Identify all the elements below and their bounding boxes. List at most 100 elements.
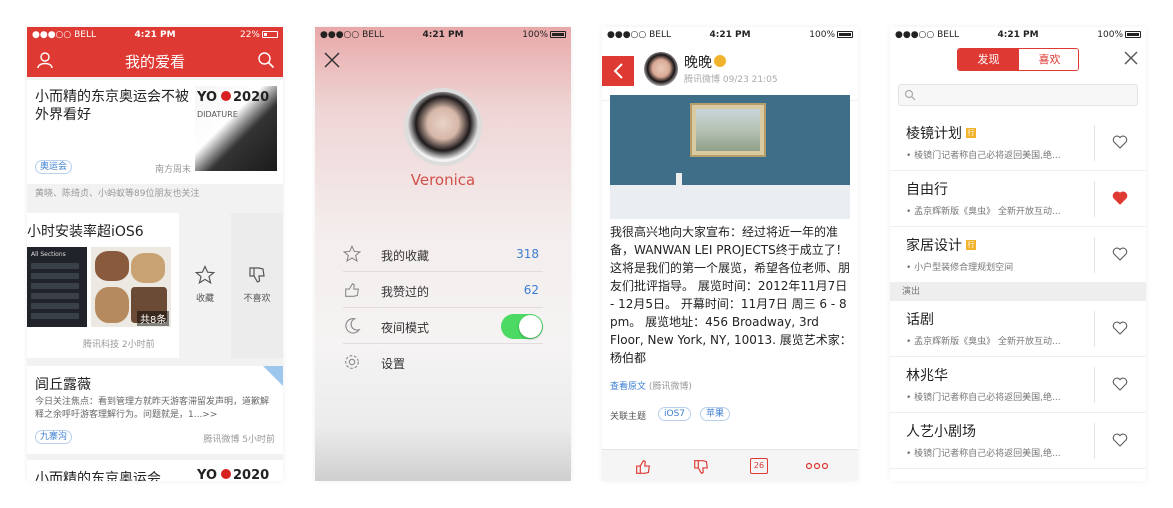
more-icon[interactable] <box>806 462 828 470</box>
hot-badge: 行 <box>966 128 976 138</box>
author-name[interactable]: 晚晚 <box>684 52 712 72</box>
avatar[interactable] <box>404 88 482 166</box>
star-icon <box>195 265 215 285</box>
news-card[interactable]: 小而精的东京奥运会 YO 2020 <box>27 460 283 481</box>
thumbs-down-icon <box>249 267 265 283</box>
search-icon <box>904 89 916 101</box>
dislike-label: 不喜欢 <box>243 294 271 304</box>
moon-icon <box>345 318 361 334</box>
card-summary: 今日关注焦点：看到管理方就昨天游客滞留发声明，道歉解释之余呼吁游客理解行为。问题… <box>35 397 270 420</box>
tab-liked[interactable]: 喜欢 <box>1019 49 1078 70</box>
app-screenshot: All Sections <box>27 247 87 327</box>
menu-item-label: 我赞过的 <box>381 285 430 299</box>
topic-tag[interactable]: 奥运会 <box>35 160 73 174</box>
menu-item-settings[interactable]: 设置 <box>343 344 543 380</box>
thumb-text: YO <box>197 90 218 105</box>
item-desc: • 棱镜门记者称自己必将返回美国,绝... <box>906 151 1061 161</box>
list-item[interactable]: 话剧 • 孟京辉新版《臭虫》 全新开放互动... <box>890 301 1146 357</box>
thumbs-down-icon[interactable] <box>692 458 710 476</box>
status-bar: ●●●○○ BELL 4:21 PM 100% <box>602 27 858 43</box>
status-bar: ●●●○○ BELL 4:21 PM 22% <box>27 27 283 43</box>
battery-indicator: 100% <box>522 27 566 43</box>
list-item[interactable]: 棱镜计划行 • 棱镜门记者称自己必将返回美国,绝... <box>890 115 1146 171</box>
comment-count: 26 <box>753 461 765 470</box>
item-title: 棱镜计划行 <box>906 123 976 143</box>
page-title: 我的爱看 <box>124 53 185 71</box>
comment-button[interactable]: 26 <box>750 458 768 474</box>
dislike-button[interactable]: 不喜欢 <box>231 213 283 358</box>
list-item[interactable]: 人艺小剧场 • 棱镜门记者称自己必将返回美国,绝... <box>890 413 1146 469</box>
topic-tag[interactable]: iOS7 <box>658 407 692 421</box>
card-source: 南方周末 <box>154 165 191 175</box>
card-headline: 小而精的东京奥运会不被外界看好 <box>35 89 189 123</box>
heart-icon[interactable] <box>1112 190 1128 206</box>
item-desc: • 棱镜门记者称自己必将返回美国,绝... <box>906 449 1061 459</box>
thumb-subtext: DIDATURE <box>197 110 238 119</box>
menu-item-count: 62 <box>523 283 539 297</box>
item-title: 自由行 <box>906 182 948 198</box>
battery-icon <box>1125 31 1141 38</box>
tab-discover[interactable]: 发现 <box>958 49 1019 70</box>
battery-indicator: 100% <box>1097 27 1141 43</box>
search-input[interactable] <box>898 84 1138 106</box>
thumbs-up-icon <box>345 282 359 297</box>
news-card[interactable]: 小而精的东京奥运会不被外界看好 YO 2020 DIDATURE 奥运会 南方周… <box>27 80 283 199</box>
close-icon[interactable] <box>1124 51 1138 65</box>
topic-tag[interactable]: 苹果 <box>700 407 731 421</box>
close-icon[interactable] <box>323 51 341 69</box>
heart-icon[interactable] <box>1112 432 1128 448</box>
card-thumbnail: YO 2020 DIDATURE <box>195 86 277 171</box>
list-item[interactable]: 自由行 • 孟京辉新版《臭虫》 全新开放互动... <box>890 171 1146 227</box>
painting <box>696 109 760 151</box>
original-source: (腾讯微博) <box>648 382 692 392</box>
heart-icon[interactable] <box>1112 246 1128 262</box>
menu-item-liked[interactable]: 我赞过的 62 <box>343 272 543 308</box>
thumb-year: 2020 <box>233 468 270 481</box>
list-item[interactable]: 林兆华 • 棱镜门记者称自己必将返回美国,绝... <box>890 357 1146 413</box>
heart-icon[interactable] <box>1112 376 1128 392</box>
search-icon[interactable] <box>257 51 275 69</box>
item-desc: • 孟京辉新版《臭虫》 全新开放互动... <box>906 207 1061 217</box>
star-icon <box>343 245 361 263</box>
card-source: 腾讯微博 5小时前 <box>203 435 275 445</box>
battery-icon <box>837 31 853 38</box>
menu-item-favorites[interactable]: 我的收藏 318 <box>343 236 543 272</box>
section-header: 演出 <box>890 283 1146 301</box>
item-title: 林兆华 <box>906 368 948 384</box>
floor <box>610 185 850 219</box>
chevron-left-icon <box>613 63 623 79</box>
thumbs-up-icon[interactable] <box>634 458 652 476</box>
swiped-card-content: 小时安装率超iOS6 All Sections 共8条 腾讯科技 2小时前 <box>27 213 179 358</box>
swiped-card[interactable]: 小时安装率超iOS6 All Sections 共8条 腾讯科技 2小时前 收藏… <box>27 213 283 358</box>
post-photo[interactable] <box>610 95 850 219</box>
news-card[interactable]: 闾丘露薇 今日关注焦点：看到管理方就昨天游客滞留发声明，道歉解释之余呼吁游客理解… <box>27 366 283 454</box>
battery-icon <box>550 31 566 38</box>
menu-item-label: 我的收藏 <box>381 249 430 263</box>
item-desc: • 孟京辉新版《臭虫》 全新开放互动... <box>906 337 1061 347</box>
night-mode-toggle[interactable] <box>501 314 543 339</box>
favorite-button[interactable]: 收藏 <box>179 213 231 358</box>
author-avatar[interactable] <box>644 52 678 86</box>
heart-icon[interactable] <box>1112 134 1128 150</box>
topic-tag[interactable]: 九寨沟 <box>35 430 73 444</box>
battery-icon <box>262 31 278 38</box>
item-title: 家居设计行 <box>906 235 976 255</box>
corner-badge <box>263 366 283 386</box>
battery-percent: 22% <box>239 30 260 40</box>
menu-item-label: 设置 <box>381 357 406 371</box>
heart-icon[interactable] <box>1112 320 1128 336</box>
favorite-label: 收藏 <box>195 294 214 304</box>
red-dot <box>221 469 231 479</box>
photo-count: 共8条 <box>137 311 170 326</box>
item-title: 人艺小剧场 <box>906 424 976 440</box>
list-item[interactable]: 家居设计行 • 小户型装修合理规划空间 <box>890 227 1146 283</box>
back-button[interactable] <box>602 56 634 86</box>
card-headline: 闾丘露薇 <box>35 377 91 393</box>
status-bar: ●●●○○ BELL 4:21 PM 100% <box>315 27 571 43</box>
verified-icon <box>714 55 726 67</box>
view-original-link[interactable]: 查看原文 (腾讯微博) <box>610 379 692 392</box>
item-desc: • 小户型装修合理规划空间 <box>906 263 1014 273</box>
thumb-text: YO <box>197 468 218 481</box>
profile-name: Veronica <box>410 171 476 189</box>
menu-item-count: 318 <box>516 247 539 261</box>
